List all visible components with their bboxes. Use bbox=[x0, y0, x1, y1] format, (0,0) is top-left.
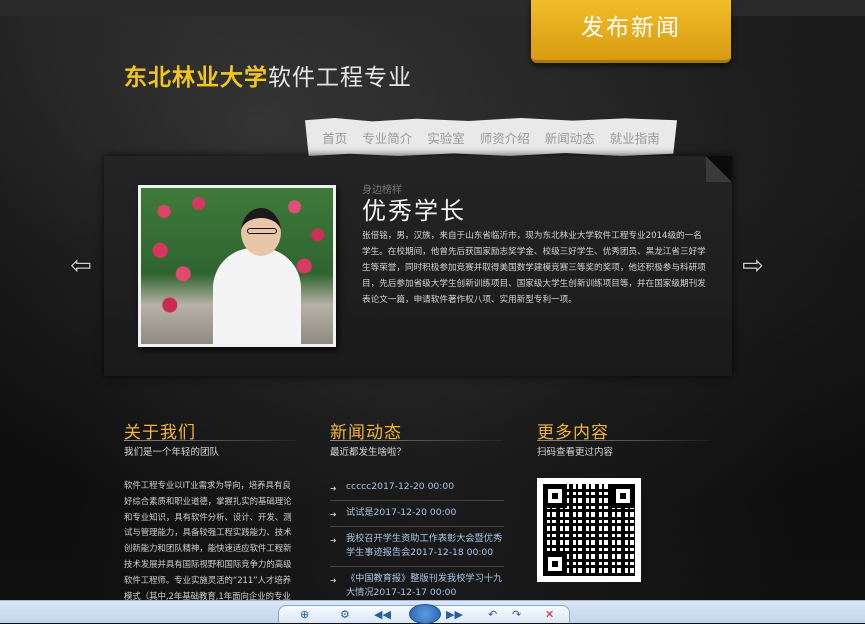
news-list: ➜ ccccc2017-12-20 00:00 ➜ 试试是2017-12-20 00… bbox=[330, 480, 504, 612]
nav-item-home[interactable]: 首页 bbox=[322, 128, 347, 147]
about-divider bbox=[124, 440, 296, 441]
nav-item-faculty[interactable]: 师资介绍 bbox=[480, 128, 530, 147]
nav-item-intro[interactable]: 专业简介 bbox=[362, 128, 412, 147]
nav-item-lab[interactable]: 实验室 bbox=[427, 128, 465, 147]
main-nav: 首页 专业简介 实验室 师资介绍 新闻动态 就业指南 bbox=[305, 118, 677, 156]
publish-news-button[interactable]: 发布新闻 bbox=[531, 0, 731, 63]
bullet-icon: ➜ bbox=[330, 576, 337, 585]
logo-rest: 软件工程专业 bbox=[268, 65, 412, 91]
news-subtitle: 最近都发生啥啦？ bbox=[330, 447, 407, 458]
about-text: 软件工程专业以IT业需求为导向，培养具有良好综合素质和职业道德，掌握扎实的基础理… bbox=[124, 480, 292, 600]
showcase-title: 优秀学长 bbox=[362, 197, 466, 225]
news-item[interactable]: ➜ 我校召开学生资助工作表彰大会暨优秀学生事迹报告会2017-12-18 00:0… bbox=[330, 532, 504, 567]
about-subtitle: 我们是一个年轻的团队 bbox=[124, 447, 220, 458]
slideshow-icon[interactable] bbox=[409, 604, 441, 624]
bullet-icon: ➜ bbox=[330, 484, 337, 493]
zoom-in-icon[interactable]: ⊕ bbox=[300, 608, 309, 621]
logo-highlight: 东北林业大学 bbox=[124, 65, 268, 91]
student-photo bbox=[138, 185, 336, 347]
top-bar bbox=[0, 0, 865, 16]
qr-code bbox=[537, 478, 641, 582]
showcase-description: 张倍铭，男，汉族，来自于山东省临沂市，现为东北林业大学软件工程专业2014级的一… bbox=[362, 231, 706, 305]
news-item[interactable]: ➜ ccccc2017-12-20 00:00 bbox=[330, 480, 504, 501]
more-divider bbox=[537, 440, 709, 441]
next-icon[interactable]: ▶▶ bbox=[446, 608, 463, 621]
more-subtitle: 扫码查看更过内容 bbox=[537, 447, 614, 458]
prev-arrow-icon[interactable]: ⇦ bbox=[64, 252, 98, 280]
news-item[interactable]: ➜ 试试是2017-12-20 00:00 bbox=[330, 506, 504, 527]
close-icon[interactable]: ✕ bbox=[545, 608, 554, 621]
nav-item-career[interactable]: 就业指南 bbox=[610, 128, 660, 147]
news-divider bbox=[330, 440, 502, 441]
nav-item-news[interactable]: 新闻动态 bbox=[545, 128, 595, 147]
rotate-left-icon[interactable]: ↶ bbox=[488, 608, 497, 621]
previous-icon[interactable]: ◀◀ bbox=[374, 608, 391, 621]
next-arrow-icon[interactable]: ⇨ bbox=[736, 252, 770, 280]
site-logo[interactable]: 东北林业大学软件工程专业 bbox=[124, 58, 412, 92]
settings-icon[interactable]: ⚙ bbox=[340, 608, 350, 621]
bullet-icon: ➜ bbox=[330, 536, 337, 545]
rotate-right-icon[interactable]: ↷ bbox=[512, 608, 521, 621]
bullet-icon: ➜ bbox=[330, 510, 337, 519]
